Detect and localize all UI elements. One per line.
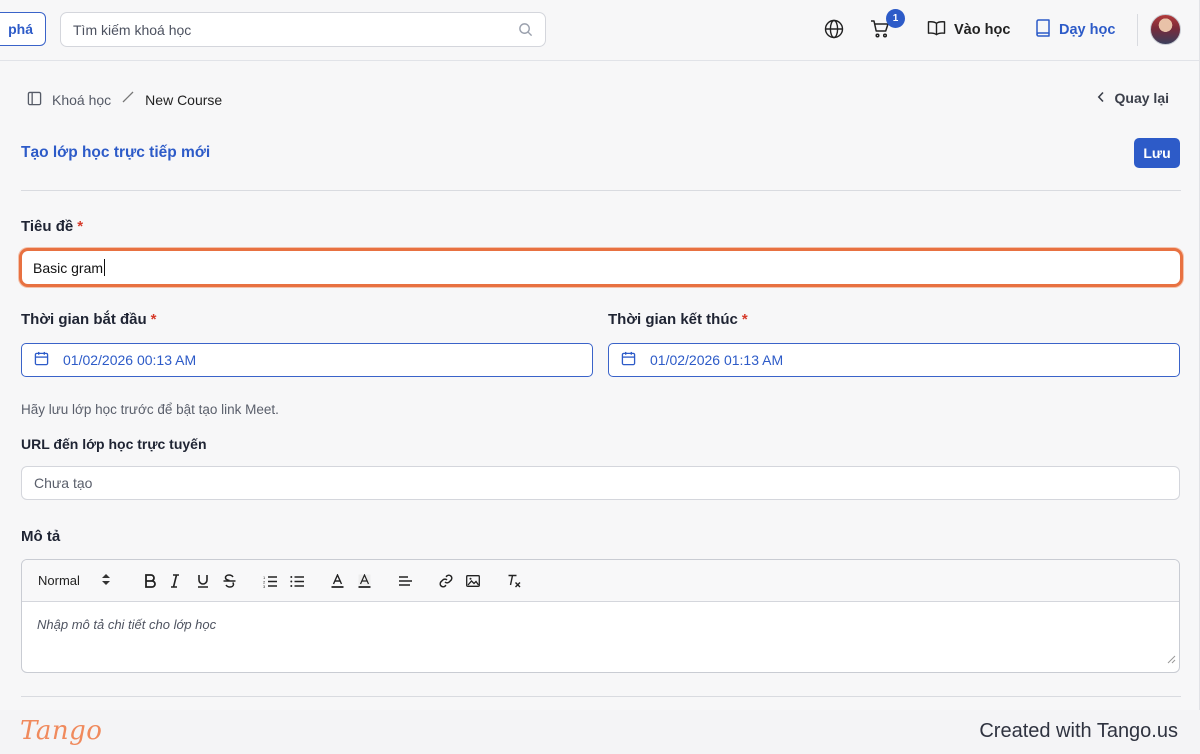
tango-logo: Tango	[20, 716, 103, 746]
learn-link[interactable]: Vào học	[927, 19, 1010, 41]
breadcrumb-separator-icon	[121, 90, 135, 109]
nav-divider	[1137, 14, 1138, 46]
created-with-text: Created with Tango.us	[979, 720, 1178, 742]
book-icon	[1035, 19, 1051, 41]
explore-button[interactable]: phá	[0, 12, 46, 46]
description-textarea[interactable]: Nhập mô tả chi tiết cho lớp học	[22, 602, 1179, 647]
end-time-label-text: Thời gian kết thúc	[608, 311, 738, 328]
meeting-url-value: Chưa tạo	[34, 475, 93, 491]
avatar[interactable]	[1150, 14, 1181, 45]
title-label: Tiêu đề *	[21, 218, 83, 235]
end-time-value: 01/02/2026 01:13 AM	[650, 352, 784, 368]
description-placeholder: Nhập mô tả chi tiết cho lớp học	[37, 617, 217, 632]
format-select-value: Normal	[38, 573, 80, 588]
end-time-picker[interactable]: 01/02/2026 01:13 AM	[608, 343, 1180, 377]
back-button[interactable]: Quay lại	[1097, 90, 1169, 106]
save-button[interactable]: Lưu	[1134, 138, 1180, 168]
text-caret	[104, 259, 106, 276]
chevron-left-icon	[1097, 90, 1105, 106]
title-input-value: Basic gram	[33, 259, 104, 276]
start-time-label-text: Thời gian bắt đầu	[21, 311, 147, 328]
underline-icon[interactable]	[197, 573, 209, 589]
breadcrumb: Khoá học New Course	[27, 90, 222, 109]
svg-text:3: 3	[263, 584, 266, 588]
search-input[interactable]	[73, 21, 493, 38]
tango-footer: Tango Created with Tango.us	[0, 710, 1200, 754]
meeting-url-field[interactable]: Chưa tạo	[21, 466, 1180, 500]
required-mark: *	[741, 311, 748, 328]
top-nav: phá 1 Vào học Dạy học	[0, 0, 1199, 61]
divider	[21, 696, 1181, 697]
align-icon[interactable]	[399, 573, 412, 589]
page-title: Tạo lớp học trực tiếp mới	[21, 144, 211, 161]
select-arrows-icon	[101, 573, 110, 588]
required-mark: *	[150, 311, 157, 328]
editor-toolbar: Normal 123	[22, 560, 1179, 602]
description-label: Mô tả	[21, 528, 61, 545]
strikethrough-icon[interactable]	[223, 573, 236, 589]
teach-link[interactable]: Dạy học	[1035, 19, 1115, 41]
link-icon[interactable]	[439, 573, 453, 589]
search-icon[interactable]	[518, 22, 533, 42]
cart-count-badge: 1	[886, 9, 905, 28]
bullet-list-icon[interactable]	[290, 573, 304, 589]
end-time-label: Thời gian kết thúc *	[608, 311, 748, 328]
title-input[interactable]: Basic gram	[19, 248, 1183, 287]
open-book-icon	[927, 20, 946, 41]
calendar-icon	[34, 351, 49, 369]
url-label: URL đến lớp học trực tuyến	[21, 436, 207, 452]
learn-label: Vào học	[954, 22, 1011, 38]
ordered-list-icon[interactable]: 123	[263, 573, 277, 589]
breadcrumb-courses[interactable]: Khoá học	[52, 92, 111, 108]
title-label-text: Tiêu đề	[21, 218, 74, 235]
breadcrumb-current: New Course	[145, 91, 223, 108]
sidebar-toggle-icon[interactable]	[27, 91, 42, 109]
text-color-icon[interactable]	[331, 573, 344, 589]
app-window: phá 1 Vào học Dạy học	[0, 0, 1200, 710]
search-bar[interactable]	[60, 12, 546, 47]
calendar-icon	[621, 351, 636, 369]
start-time-label: Thời gian bắt đầu *	[21, 311, 157, 328]
description-editor: Normal 123 Nhập mô tả chi tiết cho lớp h…	[21, 559, 1180, 673]
resize-handle-icon[interactable]	[1167, 651, 1176, 669]
start-time-picker[interactable]: 01/02/2026 00:13 AM	[21, 343, 593, 377]
meet-hint: Hãy lưu lớp học trước để bật tạo link Me…	[21, 402, 279, 417]
bold-icon[interactable]	[144, 573, 156, 589]
format-select[interactable]: Normal	[38, 573, 110, 588]
globe-icon[interactable]	[824, 19, 844, 44]
italic-icon[interactable]	[170, 573, 180, 589]
divider	[21, 190, 1181, 191]
start-time-value: 01/02/2026 00:13 AM	[63, 352, 197, 368]
teach-label: Dạy học	[1059, 22, 1116, 38]
required-mark: *	[77, 218, 84, 235]
image-icon[interactable]	[466, 573, 480, 589]
back-label: Quay lại	[1114, 90, 1169, 106]
highlight-color-icon[interactable]	[358, 573, 371, 589]
clear-format-icon[interactable]	[507, 573, 521, 589]
